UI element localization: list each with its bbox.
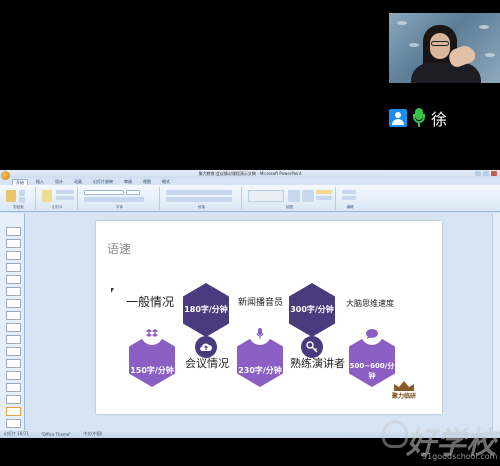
slide-thumbnail[interactable]	[6, 263, 21, 272]
user-icon[interactable]	[389, 109, 407, 127]
replace-button[interactable]	[342, 196, 356, 200]
group-label: 幻灯片	[52, 205, 63, 209]
list-buttons[interactable]	[166, 190, 232, 195]
align-buttons[interactable]	[166, 197, 232, 202]
slide-thumbnail[interactable]	[6, 251, 21, 260]
cut-button[interactable]	[19, 190, 25, 196]
maximize-button[interactable]	[483, 171, 489, 176]
group-slides: 幻灯片	[38, 187, 78, 210]
slide-thumbnail[interactable]	[6, 335, 21, 344]
wallpaper-bird	[397, 21, 407, 25]
font-name-select[interactable]	[84, 190, 124, 195]
slide-thumbnail[interactable]	[6, 299, 21, 308]
hex-300: 300字/分钟	[289, 283, 335, 337]
hex-180: 180字/分钟	[183, 283, 229, 337]
slide-thumbnail[interactable]	[6, 359, 21, 368]
find-button[interactable]	[342, 190, 356, 194]
shape-outline-button[interactable]	[316, 196, 332, 200]
rate-230: 230字/分钟	[238, 366, 282, 375]
shape-fill-button[interactable]	[316, 190, 332, 194]
crown-icon	[394, 381, 414, 391]
slide-thumbnail[interactable]	[6, 395, 21, 404]
shapes-gallery[interactable]	[248, 190, 284, 202]
cloud-upload-icon	[195, 336, 217, 358]
slide-thumbnail[interactable]	[6, 371, 21, 380]
quick-styles-button[interactable]	[302, 190, 314, 202]
slide-thumbnail[interactable]	[6, 383, 21, 392]
microphone-icon[interactable]	[413, 108, 425, 128]
watermark-url: 91goodschool.com	[422, 452, 498, 461]
presenter-body	[411, 63, 481, 83]
slide-thumbnail-selected[interactable]	[6, 407, 21, 416]
ribbon: 剪贴板 幻灯片 字体 段落 绘图 编辑	[0, 185, 500, 212]
minimize-button[interactable]	[475, 171, 481, 176]
rate-180: 180字/分钟	[184, 305, 228, 314]
rate-500-600: 500~600/分钟	[349, 362, 395, 380]
group-editing: 编辑	[338, 187, 362, 210]
font-size-select[interactable]	[126, 190, 140, 195]
microphone-icon	[249, 323, 271, 345]
font-format-buttons[interactable]	[84, 197, 144, 202]
group-clipboard: 剪贴板	[2, 187, 36, 210]
slide-thumbnail[interactable]	[6, 347, 21, 356]
chat-icon	[361, 323, 383, 345]
label-general: 一般情况	[126, 295, 175, 309]
group-drawing: 绘图	[244, 187, 336, 210]
slide-thumbnail[interactable]	[6, 311, 21, 320]
wallpaper-bird	[409, 43, 419, 47]
group-label: 剪贴板	[13, 205, 24, 209]
logo-text: 聚力临研	[391, 393, 416, 400]
wallpaper-bird	[485, 53, 495, 57]
slide-thumbnail[interactable]	[6, 323, 21, 332]
presenter-face	[430, 33, 450, 59]
slide-thumbnail[interactable]	[6, 419, 21, 428]
vertical-scrollbar[interactable]	[492, 213, 500, 430]
site-watermark: 好学校 91goodschool.com	[382, 416, 500, 464]
layout-button[interactable]	[56, 190, 74, 194]
rate-150: 150字/分钟	[130, 366, 174, 375]
label-news: 新闻播音员	[238, 298, 284, 308]
slide-title: 语速	[107, 242, 132, 256]
mouse-cursor	[111, 288, 114, 293]
group-font: 字体	[80, 187, 160, 210]
group-label: 字体	[116, 205, 123, 209]
group-label: 段落	[198, 205, 205, 209]
slide-thumbnail[interactable]	[6, 287, 21, 296]
slide-thumbnail[interactable]	[6, 275, 21, 284]
office-button[interactable]	[1, 171, 10, 180]
group-label: 绘图	[286, 205, 293, 209]
rate-300: 300字/分钟	[290, 305, 334, 314]
slide[interactable]: 语速 一般情况 新闻播音员 大脑思维速度 会议情况 熟练演讲者 180字/分钟 …	[96, 221, 442, 414]
label-brain: 大脑思维速度	[346, 299, 394, 308]
shield-logo-icon	[382, 420, 408, 448]
slide-counter: 幻灯片 16/71	[4, 431, 29, 436]
slide-thumbnail-panel	[0, 213, 25, 430]
reset-button[interactable]	[56, 196, 74, 200]
wallpaper-bird	[479, 25, 489, 29]
arrange-button[interactable]	[288, 190, 300, 202]
presenter-glasses	[431, 41, 449, 46]
participant-bar: 徐	[389, 107, 447, 129]
theme-name: "Office Theme"	[40, 431, 72, 437]
key-icon	[301, 336, 323, 358]
group-label: 编辑	[346, 205, 354, 209]
dropbox-icon	[141, 323, 163, 345]
participant-name: 徐	[431, 110, 448, 129]
slide-thumbnail[interactable]	[6, 227, 21, 236]
title-bar: 聚力教育:会议情况课程演示文稿 - Microsoft PowerPoint	[0, 170, 500, 178]
close-button[interactable]	[491, 171, 497, 176]
window-title: 聚力教育:会议情况课程演示文稿 - Microsoft PowerPoint	[198, 171, 302, 176]
language-indicator: 中文(中国)	[83, 431, 103, 436]
group-paragraph: 段落	[162, 187, 242, 210]
label-lecturer: 熟练演讲者	[290, 357, 345, 370]
paste-button[interactable]	[6, 190, 16, 202]
slide-thumbnail[interactable]	[6, 239, 21, 248]
window-controls	[475, 171, 497, 176]
participant-video[interactable]	[389, 13, 500, 83]
new-slide-button[interactable]	[42, 190, 52, 202]
copy-button[interactable]	[19, 197, 25, 203]
brand-logo: 聚力临研	[386, 381, 422, 411]
